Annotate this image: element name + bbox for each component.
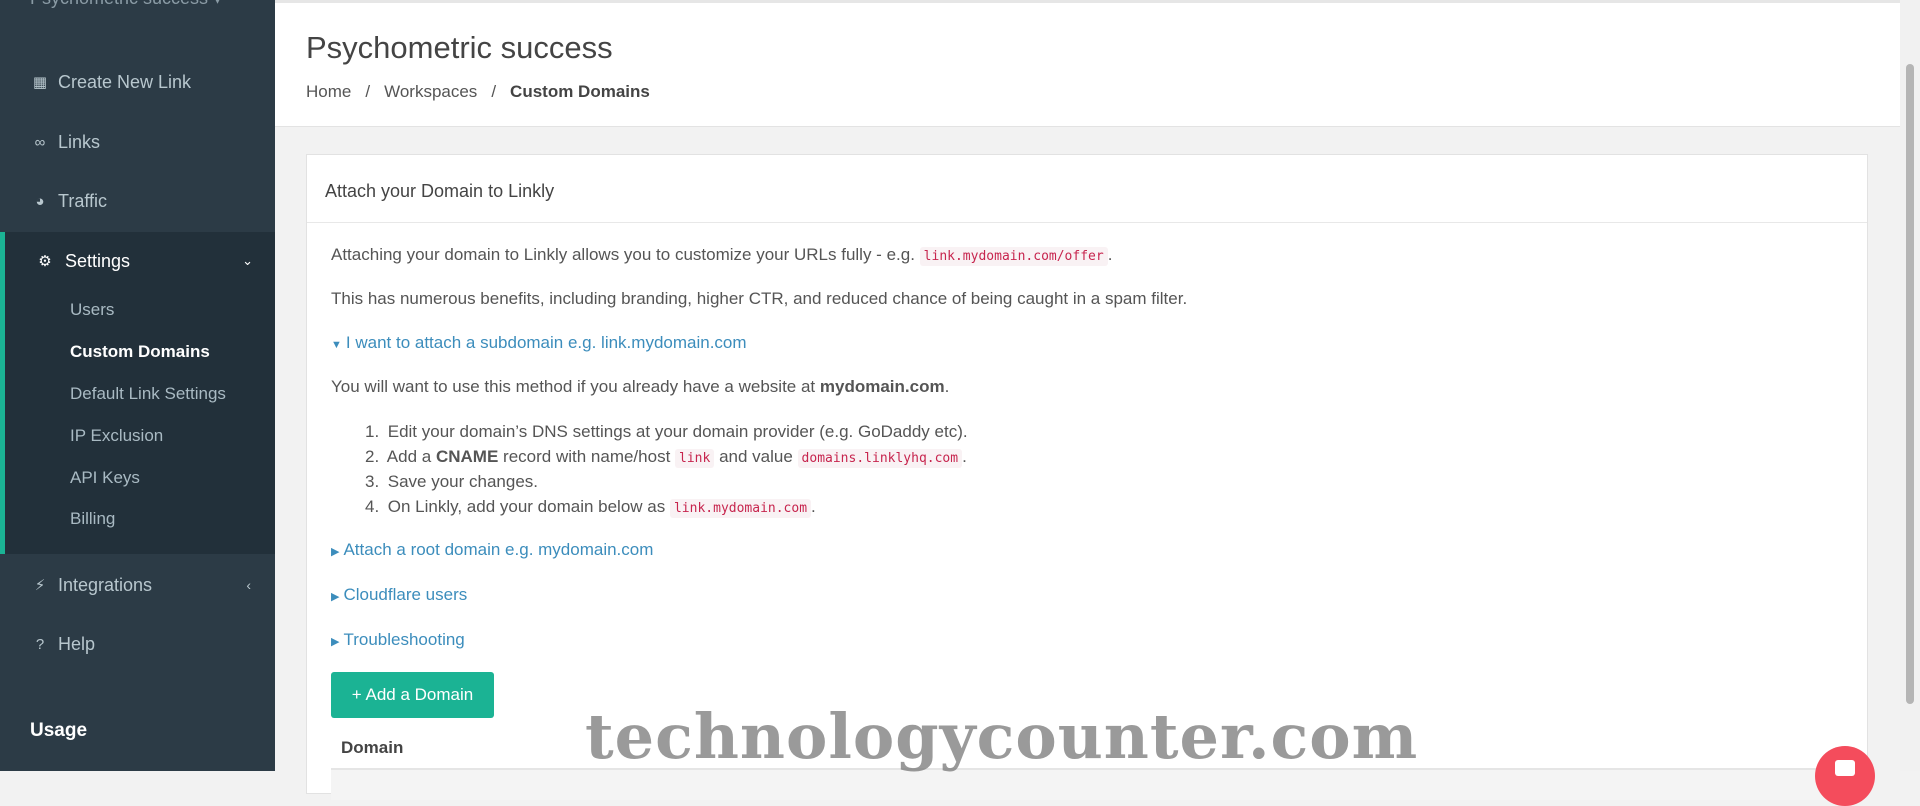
sidebar-subitem-billing[interactable]: Billing (70, 509, 115, 529)
chat-icon (1835, 760, 1855, 776)
question-icon: ? (35, 635, 45, 653)
sidebar-item-settings[interactable]: ⚙ Settings ⌄ (5, 232, 275, 290)
page-title: Psychometric success (306, 30, 613, 65)
list-item: 3. Save your changes. (365, 472, 538, 491)
card-header: Attach your Domain to Linkly (307, 155, 1867, 223)
step-text: Save your changes. (387, 472, 538, 491)
step-text: record with name/host (503, 447, 671, 466)
watermark: technologycounter.com (585, 700, 1419, 773)
sidebar-item-integrations[interactable]: ⚡ Integrations ‹ (0, 556, 275, 614)
method-paragraph: You will want to use this method if you … (331, 377, 950, 396)
card-title: Attach your Domain to Linkly (325, 181, 555, 201)
pie-chart-icon: ◕ (35, 192, 45, 210)
caret-down-icon: ▼ (331, 339, 342, 351)
breadcrumb-current: Custom Domains (510, 82, 650, 101)
link-icon: ∞ (34, 133, 46, 151)
sidebar-item-label: Create New Link (58, 71, 192, 92)
method-domain: mydomain.com (819, 377, 945, 396)
page-scrollbar[interactable] (1900, 0, 1920, 771)
settings-section: ⚙ Settings ⌄ Users Custom Domains Defaul… (0, 232, 275, 554)
plug-icon: ⚡ (34, 577, 46, 594)
intro-code: link.mydomain.com/offer (919, 247, 1108, 266)
scrollbar-thumb[interactable] (1906, 64, 1914, 704)
intro-text: Attaching your domain to Linkly allows y… (331, 245, 915, 264)
cloudflare-toggle[interactable]: ▶ Cloudflare users (331, 585, 467, 605)
step-text: and value (719, 447, 793, 466)
step-text: Add a (386, 447, 432, 466)
usage-title: Usage (30, 720, 88, 741)
sidebar-subitem-api-keys[interactable]: API Keys (70, 468, 140, 488)
root-domain-toggle[interactable]: ▶ Attach a root domain e.g. mydomain.com (331, 540, 653, 560)
list-item: 1. Edit your domain’s DNS settings at yo… (365, 422, 968, 441)
sidebar-item-create-new-link[interactable]: ▦ Create New Link (0, 53, 275, 111)
table-row (331, 770, 1845, 800)
breadcrumb-workspaces[interactable]: Workspaces (384, 82, 477, 101)
sidebar-subitem-custom-domains[interactable]: Custom Domains (70, 342, 210, 362)
sidebar-item-traffic[interactable]: ◕ Traffic (0, 172, 275, 230)
dashboard-icon: ▦ (32, 74, 48, 91)
method-text: You will want to use this method if you … (331, 377, 816, 396)
sidebar-item-label: Integrations (58, 574, 153, 595)
caret-right-icon: ▶ (331, 546, 340, 558)
list-item: 4. On Linkly, add your domain below as l… (365, 497, 816, 518)
subdomain-toggle-label: I want to attach a subdomain e.g. link.m… (345, 333, 747, 352)
step-text: On Linkly, add your domain below as (387, 497, 666, 516)
sidebar-item-links[interactable]: ∞ Links (0, 113, 275, 171)
sidebar-item-label: Links (58, 131, 101, 152)
root-domain-toggle-label: Attach a root domain e.g. mydomain.com (343, 540, 654, 559)
intro-paragraph: Attaching your domain to Linkly allows y… (331, 245, 1113, 266)
sidebar-subitem-ip-exclusion[interactable]: IP Exclusion (70, 426, 163, 446)
caret-right-icon: ▶ (331, 591, 340, 603)
content-header: Psychometric success Home / Workspaces / Cus… (275, 0, 1900, 127)
sidebar-item-help[interactable]: ? Help (0, 615, 275, 673)
breadcrumb-home[interactable]: Home (306, 82, 351, 101)
sidebar-item-label: Traffic (58, 190, 108, 211)
chevron-left-icon: ‹ (246, 577, 251, 593)
sidebar-subitem-users[interactable]: Users (70, 300, 114, 320)
add-domain-button[interactable]: + Add a Domain (331, 672, 494, 718)
gears-icon: ⚙ (38, 253, 52, 270)
list-item: 2. Add a CNAME record with name/host lin… (365, 447, 967, 468)
column-header-domain: Domain (341, 738, 404, 757)
sidebar-subitem-default-link-settings[interactable]: Default Link Settings (70, 384, 226, 404)
caret-right-icon: ▶ (331, 636, 340, 648)
chevron-down-icon: ⌄ (242, 253, 253, 268)
step-bold: CNAME (435, 447, 499, 466)
troubleshooting-toggle[interactable]: ▶ Troubleshooting (331, 630, 465, 650)
troubleshooting-toggle-label: Troubleshooting (343, 630, 465, 649)
step-code: domains.linklyhq.com (797, 449, 963, 468)
workspace-switcher[interactable]: Psychometric success ▾ (30, 0, 222, 9)
subdomain-toggle[interactable]: ▼ I want to attach a subdomain e.g. link.… (331, 333, 747, 353)
benefits-paragraph: This has numerous benefits, including br… (331, 289, 1188, 308)
sidebar-item-label: Settings (65, 250, 131, 271)
breadcrumb: Home / Workspaces / Custom Domains (306, 82, 650, 101)
step-code: link.mydomain.com (669, 499, 812, 518)
steps-list: 1. Edit your domain’s DNS settings at yo… (365, 422, 968, 522)
step-code: link (675, 449, 715, 468)
sidebar-item-label: Help (58, 633, 96, 654)
attach-domain-card: Attach your Domain to Linkly Attaching y… (306, 154, 1868, 800)
cloudflare-toggle-label: Cloudflare users (343, 585, 468, 604)
step-text: Edit your domain’s DNS settings at your … (387, 422, 968, 441)
chat-widget-button[interactable] (1815, 746, 1875, 806)
sidebar: Psychometric success ▾ ▦ Create New Link… (0, 0, 275, 771)
